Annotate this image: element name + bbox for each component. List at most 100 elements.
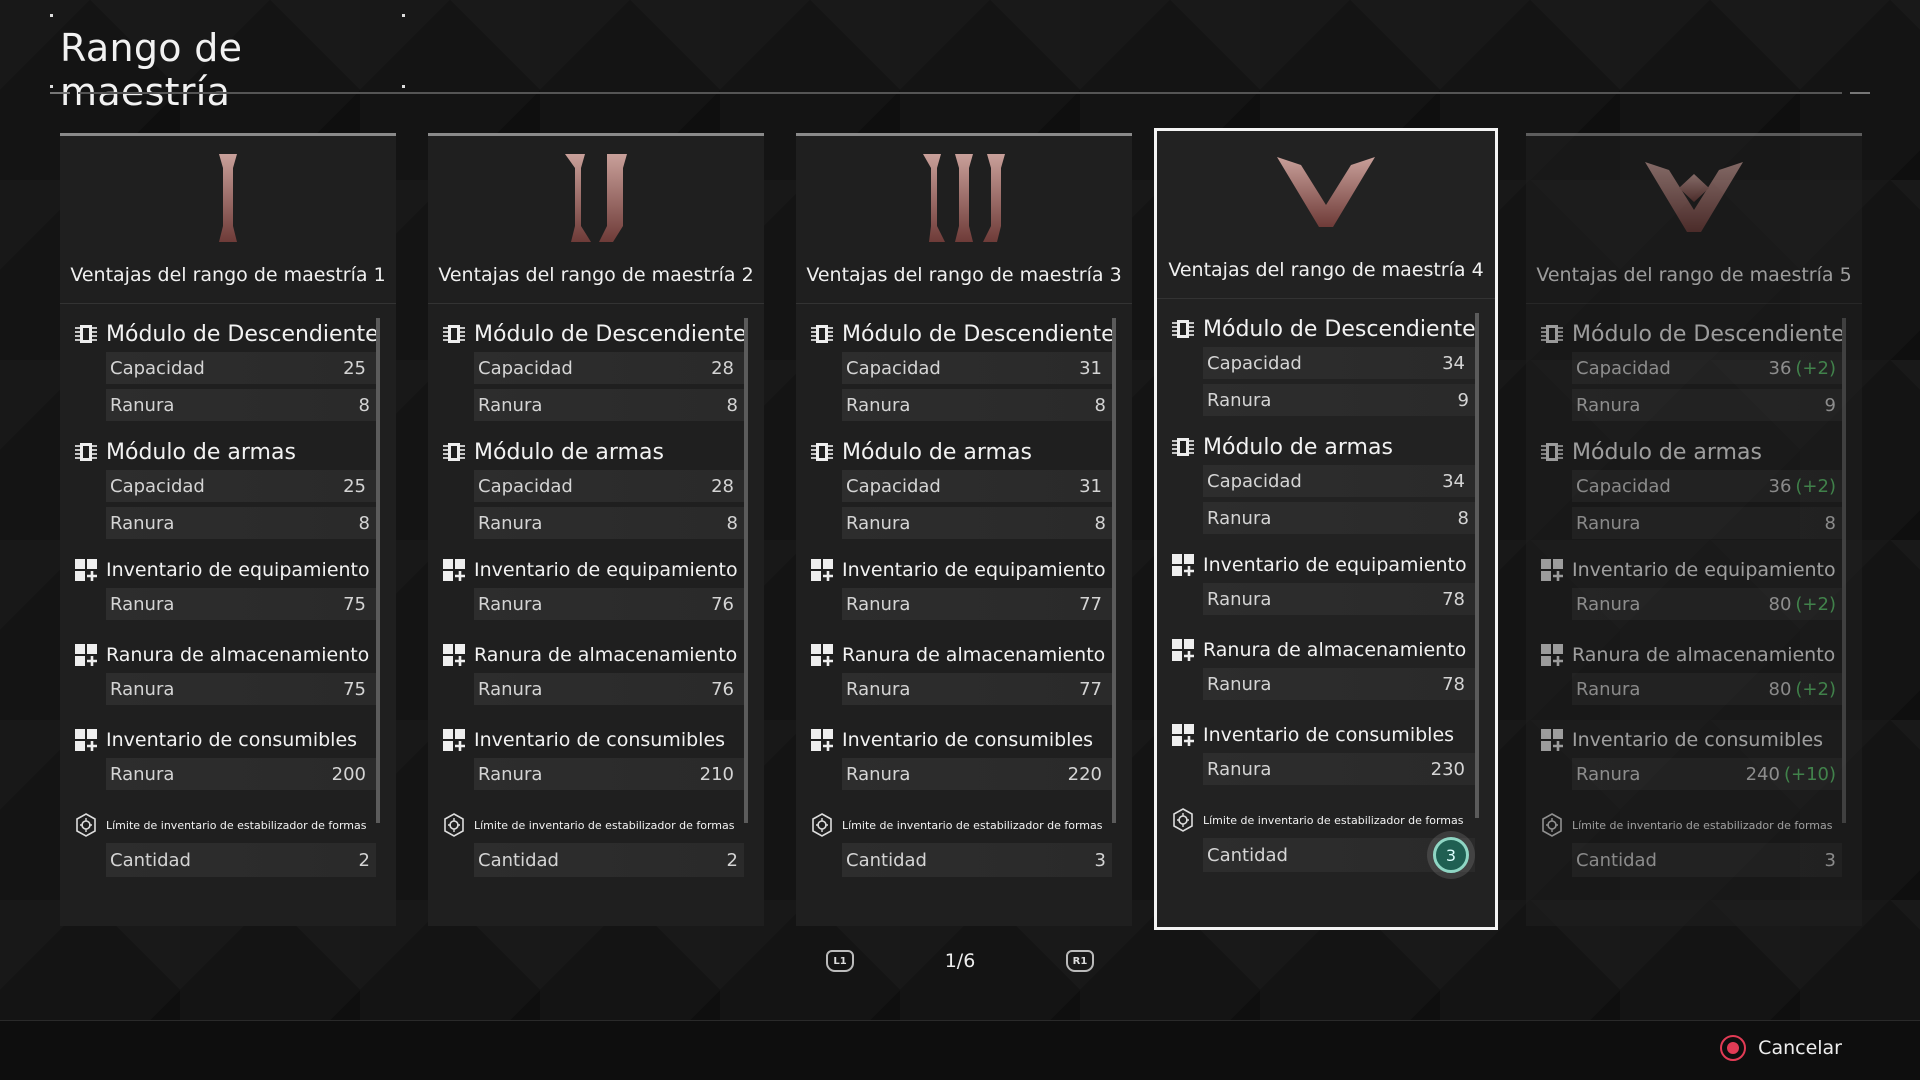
stat-value-group: 31 (1079, 476, 1106, 497)
section-header: Módulo de Descendiente (442, 316, 752, 352)
cancel-button[interactable]: Cancelar (1720, 1035, 1842, 1061)
section-label: Ranura de almacenamiento (842, 644, 1106, 666)
stat-value: 28 (711, 475, 734, 497)
grid-plus-icon (442, 643, 466, 667)
card-scrollbar[interactable] (1112, 318, 1116, 823)
card-title: Ventajas del rango de maestría 5 (1536, 264, 1852, 286)
stat-row: Ranura 8 (474, 389, 744, 421)
chip-icon (1171, 435, 1195, 459)
section-label: Módulo de Descendiente (842, 321, 1115, 347)
stat-bonus: (+2) (1795, 593, 1836, 615)
stat-value: 77 (1079, 593, 1102, 615)
stat-value-group: 9 (1825, 395, 1836, 416)
stat-row: Ranura 8 (842, 389, 1112, 421)
section-header: Ranura de almacenamiento (1171, 632, 1483, 668)
card-header: Ventajas del rango de maestría 5 (1526, 136, 1862, 304)
stat-label: Ranura (110, 763, 175, 785)
stat-value: 34 (1442, 470, 1465, 492)
stat-bonus: (+2) (1795, 678, 1836, 700)
mastery-card-2[interactable]: Ventajas del rango de maestría 2 Módulo … (428, 133, 764, 926)
selected-quantity-badge[interactable]: 3 (1433, 837, 1469, 873)
stat-label: Capacidad (1576, 357, 1671, 379)
stat-label: Ranura (846, 593, 911, 615)
section-label: Inventario de equipamiento (1572, 559, 1836, 581)
stat-label: Capacidad (1207, 470, 1302, 492)
card-header: Ventajas del rango de maestría 2 (428, 136, 764, 304)
rank-4-icon (1271, 143, 1381, 243)
grid-plus-icon (74, 643, 98, 667)
stat-label: Ranura (1576, 763, 1641, 785)
stat-label: Ranura (846, 394, 911, 416)
stat-value-group: 76 (711, 679, 738, 700)
stat-value-group: 28 (711, 476, 738, 497)
stat-value-group: 77 (1079, 594, 1106, 615)
stat-label: Ranura (1207, 389, 1272, 411)
section-label: Ranura de almacenamiento (1203, 639, 1467, 661)
stat-row: Capacidad 34 (1203, 465, 1475, 497)
section-label: Límite de inventario de estabilizador de… (1203, 813, 1464, 827)
stat-row: Ranura 8 (106, 389, 376, 421)
grid-plus-icon (1171, 723, 1195, 747)
grid-plus-icon (810, 643, 834, 667)
section-label: Módulo de armas (842, 439, 1032, 465)
mastery-card-5[interactable]: Ventajas del rango de maestría 5 Módulo … (1526, 133, 1862, 926)
stat-label: Ranura (1576, 512, 1641, 534)
section-header: Inventario de equipamiento (1171, 547, 1483, 583)
stat-label: Capacidad (846, 357, 941, 379)
stat-value: 31 (1079, 357, 1102, 379)
section-header: Inventario de consumibles (74, 722, 384, 758)
stat-row: Ranura 77 (842, 588, 1112, 620)
stat-value-group: 34 (1442, 353, 1469, 374)
grid-plus-icon (1540, 643, 1564, 667)
stat-label: Ranura (1576, 394, 1641, 416)
card-scrollbar[interactable] (376, 318, 380, 823)
stat-row: Capacidad 36 (+2) (1572, 470, 1842, 502)
grid-plus-icon (810, 558, 834, 582)
stat-value: 2 (358, 849, 370, 871)
stat-value-group: 8 (359, 513, 370, 534)
l1-button-icon[interactable]: L1 (826, 950, 854, 972)
section-header: Inventario de equipamiento (1540, 552, 1850, 588)
stat-label: Capacidad (1576, 475, 1671, 497)
stat-value-group: 75 (343, 594, 370, 615)
section-label: Inventario de consumibles (842, 729, 1094, 751)
stat-row: Ranura 230 (1203, 753, 1475, 785)
card-scrollbar[interactable] (744, 318, 748, 823)
section-header: Módulo de armas (810, 434, 1120, 470)
r1-button-icon[interactable]: R1 (1066, 950, 1094, 972)
section-header: Ranura de almacenamiento (442, 637, 752, 673)
mastery-card-4[interactable]: Ventajas del rango de maestría 4 Módulo … (1154, 128, 1498, 930)
section-label: Módulo de Descendiente (1203, 316, 1476, 342)
card-scrollbar[interactable] (1842, 318, 1846, 823)
stat-value-group: 8 (1095, 395, 1106, 416)
section-label: Límite de inventario de estabilizador de… (842, 818, 1103, 832)
footer-bar: Cancelar (0, 1020, 1920, 1080)
stat-label: Capacidad (478, 357, 573, 379)
card-scrollbar[interactable] (1475, 313, 1479, 818)
section-label: Módulo de Descendiente (474, 321, 747, 347)
section-label: Inventario de equipamiento (842, 559, 1106, 581)
grid-plus-icon (1171, 553, 1195, 577)
chip-icon (74, 322, 98, 346)
stat-value: 31 (1079, 475, 1102, 497)
section-header: Módulo de Descendiente (74, 316, 384, 352)
stat-value: 36 (1768, 357, 1792, 379)
mastery-card-1[interactable]: Ventajas del rango de maestría 1 Módulo … (60, 133, 396, 926)
stat-row: Ranura 8 (106, 507, 376, 539)
stat-value-group: 8 (1095, 513, 1106, 534)
stat-row: Ranura 8 (1203, 502, 1475, 534)
card-body: Módulo de Descendiente Capacidad 36 (+2) … (1526, 304, 1862, 877)
stat-bonus: (+2) (1795, 475, 1836, 497)
stat-row: Cantidad 2 (474, 843, 744, 877)
section-header: Ranura de almacenamiento (74, 637, 384, 673)
rank-2-icon (541, 148, 651, 248)
section-header: Módulo de Descendiente (1540, 316, 1850, 352)
card-title: Ventajas del rango de maestría 3 (806, 264, 1122, 286)
stat-row: Cantidad 3 (1572, 843, 1842, 877)
stat-label: Ranura (478, 512, 543, 534)
stat-label: Capacidad (1207, 352, 1302, 374)
stat-value-group: 25 (343, 358, 370, 379)
section-header: Límite de inventario de estabilizador de… (1540, 807, 1850, 843)
mastery-card-3[interactable]: Ventajas del rango de maestría 3 Módulo … (796, 133, 1132, 926)
chip-icon (1540, 440, 1564, 464)
